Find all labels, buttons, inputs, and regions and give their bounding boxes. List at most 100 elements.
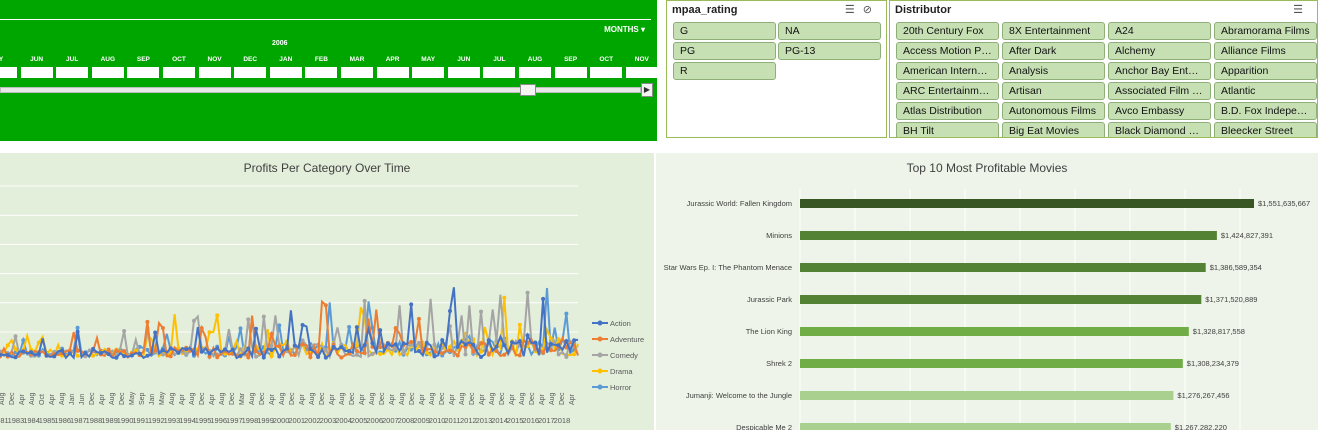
- x-axis-month-label: Dec: [319, 392, 326, 405]
- category-label: Jumanji: Welcome to the Jungle: [686, 391, 792, 400]
- x-axis-year-label: 1985: [39, 416, 56, 425]
- timeline-month-cell[interactable]: [91, 67, 124, 78]
- slicer-item[interactable]: After Dark: [1002, 42, 1105, 60]
- slicer-item[interactable]: Access Motion Pi...: [896, 42, 999, 60]
- x-axis-month-label: Aug: [549, 392, 556, 405]
- slicer-item[interactable]: Autonomous Films: [1002, 102, 1105, 120]
- multi-select-icon[interactable]: ☰: [845, 4, 863, 16]
- series-point: [564, 354, 569, 359]
- x-axis-year-label: 2017: [538, 416, 555, 425]
- series-point: [114, 348, 119, 353]
- timeline-month-cell[interactable]: [519, 67, 551, 78]
- slicer-item[interactable]: R: [673, 62, 776, 80]
- slicer-item[interactable]: Black Diamond Pi...: [1108, 122, 1211, 137]
- timeline-slicer[interactable]: MONTHS ▾ 2006 Y JUN JUL AUG SEP OCT NOV DEC JAN F…: [0, 0, 658, 141]
- multi-select-icon[interactable]: ☰: [1293, 4, 1311, 16]
- scroll-right-arrow-icon[interactable]: ▶: [641, 83, 653, 97]
- x-axis-year-label: 1992: [148, 416, 165, 425]
- slicer-item[interactable]: BH Tilt: [896, 122, 999, 137]
- clear-filter-icon[interactable]: ⊘: [863, 4, 880, 16]
- slicer-item[interactable]: Atlantic: [1214, 82, 1317, 100]
- slicer-item[interactable]: Alliance Films: [1214, 42, 1317, 60]
- slicer-item[interactable]: Associated Film D...: [1108, 82, 1211, 100]
- x-axis-month-label: Aug: [249, 392, 256, 405]
- slicer-item[interactable]: NA: [778, 22, 881, 40]
- bar: [800, 199, 1254, 208]
- timeline-month-cell[interactable]: [56, 67, 89, 78]
- slicer-item[interactable]: A24: [1108, 22, 1211, 40]
- timeline-month-cell[interactable]: [20, 67, 53, 78]
- timeline-scroll-thumb[interactable]: [520, 84, 536, 96]
- timeline-month-cell[interactable]: [305, 67, 338, 78]
- series-point: [502, 295, 507, 300]
- series-point: [36, 351, 41, 356]
- data-label: $1,551,635,667: [1258, 199, 1310, 208]
- slicer-item[interactable]: Apparition: [1214, 62, 1317, 80]
- series-point: [323, 355, 328, 360]
- slicer-item[interactable]: Bleecker Street: [1214, 122, 1317, 137]
- series-point: [215, 313, 220, 318]
- series-point: [238, 326, 243, 331]
- slicer-item[interactable]: 20th Century Fox: [896, 22, 999, 40]
- x-axis-month-label: Apr: [509, 393, 516, 405]
- timeline-month-label: JUN: [457, 56, 471, 63]
- series-point: [541, 296, 546, 301]
- series-point: [502, 343, 507, 348]
- timeline-month-cell[interactable]: [127, 67, 160, 78]
- timeline-month-cell[interactable]: [376, 67, 409, 78]
- slicer-item[interactable]: Abramorama Films: [1214, 22, 1317, 40]
- series-point: [75, 325, 80, 330]
- series-point: [122, 328, 127, 333]
- slicer-item[interactable]: Big Eat Movies: [1002, 122, 1105, 137]
- slicer-item[interactable]: Atlas Distribution: [896, 102, 999, 120]
- timeline-month-cell[interactable]: [269, 67, 302, 78]
- slicer-item[interactable]: ARC Entertainment: [896, 82, 999, 100]
- timeline-month-label: MAY: [421, 56, 436, 63]
- profits-per-category-chart[interactable]: Profits Per Category Over Time Aug Dec Apr…: [0, 153, 654, 430]
- timeline-month-cell[interactable]: [198, 67, 231, 78]
- slicer-item[interactable]: PG-13: [778, 42, 881, 60]
- timeline-period-dropdown[interactable]: MONTHS ▾: [604, 25, 645, 34]
- x-axis-year-label: 1984: [23, 416, 40, 425]
- series-point: [238, 347, 243, 352]
- timeline-month-label: MAR: [349, 56, 365, 63]
- x-axis-month-label: Aug: [519, 392, 526, 405]
- x-axis-month-label: Aug: [109, 392, 116, 405]
- timeline-month-cell[interactable]: [341, 67, 373, 78]
- timeline-month-cell[interactable]: [554, 67, 587, 78]
- timeline-month-cell[interactable]: [483, 67, 516, 78]
- top-10-profitable-movies-chart[interactable]: Top 10 Most Profitable Movies Jurassic W…: [656, 153, 1318, 430]
- x-axis-year-label: 1996: [210, 416, 227, 425]
- timeline-month-cell[interactable]: [234, 67, 267, 78]
- timeline-month-cell[interactable]: [447, 67, 480, 78]
- series-point: [238, 353, 243, 358]
- slicer-item[interactable]: Anchor Bay Enter...: [1108, 62, 1211, 80]
- timeline-scrollbar[interactable]: [0, 87, 641, 93]
- slicer-item[interactable]: B.D. Fox Indepen...: [1214, 102, 1317, 120]
- slicer-item[interactable]: G: [673, 22, 776, 40]
- slicer-item[interactable]: Analysis: [1002, 62, 1105, 80]
- timeline-month-cell[interactable]: [412, 67, 445, 78]
- x-axis-year-label: 2013: [476, 416, 493, 425]
- slicer-item[interactable]: Artisan: [1002, 82, 1105, 100]
- slicer-item[interactable]: Avco Embassy: [1108, 102, 1211, 120]
- series-point: [354, 348, 359, 353]
- legend-label: Horror: [610, 383, 632, 392]
- timeline-month-cell[interactable]: [590, 67, 623, 78]
- x-axis-month-label: Dec: [349, 392, 356, 405]
- mpaa-slicer-title: mpaa_rating: [672, 4, 738, 16]
- data-label: $1,386,589,354: [1210, 263, 1262, 272]
- slicer-item[interactable]: American Internat...: [896, 62, 999, 80]
- series-point: [137, 351, 142, 356]
- x-axis-year-label: 2011: [444, 416, 460, 425]
- distributor-slicer: Distributor ☰ 20th Century Fox 8X Enterta…: [889, 0, 1318, 138]
- timeline-month-cell[interactable]: [163, 67, 195, 78]
- timeline-month-cell[interactable]: [0, 67, 17, 78]
- slicer-item[interactable]: Alchemy: [1108, 42, 1211, 60]
- x-axis-year-label: 1986: [54, 416, 71, 425]
- bar: [800, 263, 1206, 272]
- slicer-item[interactable]: 8X Entertainment: [1002, 22, 1105, 40]
- timeline-month-cell[interactable]: [625, 67, 658, 78]
- slicer-item[interactable]: PG: [673, 42, 776, 60]
- series-point: [21, 349, 26, 354]
